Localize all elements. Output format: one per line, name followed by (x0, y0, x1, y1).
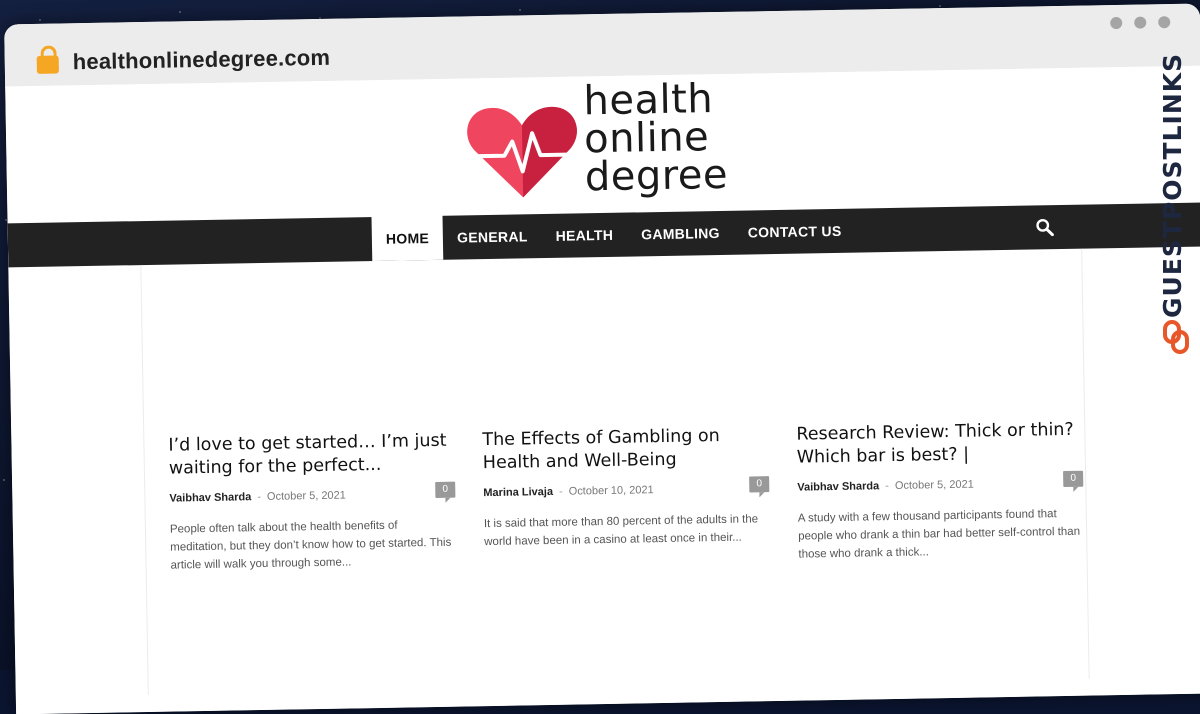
post-title[interactable]: The Effects of Gambling on Health and We… (482, 424, 769, 475)
post-title[interactable]: I’d love to get started… I’m just waitin… (168, 430, 455, 481)
post-date: October 5, 2021 (894, 478, 974, 492)
browser-window: healthonlinedegree.com health online deg… (4, 3, 1200, 714)
chain-link-icon (1163, 320, 1189, 354)
post-title[interactable]: Research Review: Thick or thin? Which ba… (796, 419, 1083, 470)
address-bar-url[interactable]: healthonlinedegree.com (73, 45, 331, 75)
post-meta: Vaibhav Sharda - October 5, 2021 0 (797, 470, 1084, 494)
web-page: health online degree HOME GENERAL HEALTH… (5, 65, 1200, 714)
nav-item-home[interactable]: HOME (371, 211, 444, 262)
window-controls (1110, 16, 1171, 30)
window-dot-icon[interactable] (1110, 16, 1123, 30)
watermark-text: GUESTPOSTLINKS (1158, 52, 1187, 318)
post-author[interactable]: Vaibhav Sharda (169, 491, 251, 504)
post-card: The Effects of Gambling on Health and We… (482, 424, 770, 551)
nav-item-health[interactable]: HEALTH (541, 213, 627, 258)
meta-separator: - (558, 485, 563, 498)
nav-item-contact-us[interactable]: CONTACT US (733, 209, 855, 255)
post-excerpt: It is said that more than 80 percent of … (483, 513, 759, 549)
search-icon[interactable] (1036, 218, 1054, 237)
post-meta: Vaibhav Sharda - October 5, 2021 0 (169, 481, 456, 505)
comment-count-badge[interactable]: 0 (435, 481, 456, 498)
guestpostlinks-watermark: GUESTPOSTLINKS (1158, 52, 1194, 358)
logo-wordmark: health online degree (583, 76, 729, 201)
nav-item-gambling[interactable]: GAMBLING (627, 211, 734, 257)
post-author[interactable]: Marina Livaja (483, 486, 553, 499)
window-dot-icon[interactable] (1158, 16, 1171, 29)
heart-logo-icon (467, 106, 577, 198)
site-logo[interactable]: health online degree (465, 76, 757, 214)
comment-count-badge[interactable]: 0 (1063, 470, 1084, 488)
post-date: October 10, 2021 (568, 484, 654, 498)
post-author[interactable]: Vaibhav Sharda (797, 480, 879, 493)
nav-item-general[interactable]: GENERAL (443, 214, 542, 260)
post-meta: Marina Livaja - October 10, 2021 0 (483, 476, 770, 499)
window-dot-icon[interactable] (1134, 16, 1147, 29)
post-card: Research Review: Thick or thin? Which ba… (796, 419, 1084, 564)
meta-separator: - (885, 480, 889, 493)
post-card: I’d love to get started… I’m just waitin… (168, 430, 456, 575)
post-date: October 5, 2021 (266, 489, 346, 503)
meta-separator: - (257, 491, 262, 504)
posts-container: I’d love to get started… I’m just waitin… (140, 248, 1090, 696)
post-excerpt: People often talk about the health benef… (169, 519, 452, 572)
comment-count-badge[interactable]: 0 (749, 476, 770, 493)
post-excerpt: A study with a few thousand participants… (797, 508, 1081, 561)
lock-icon (36, 55, 59, 74)
logo-line: degree (584, 151, 729, 201)
